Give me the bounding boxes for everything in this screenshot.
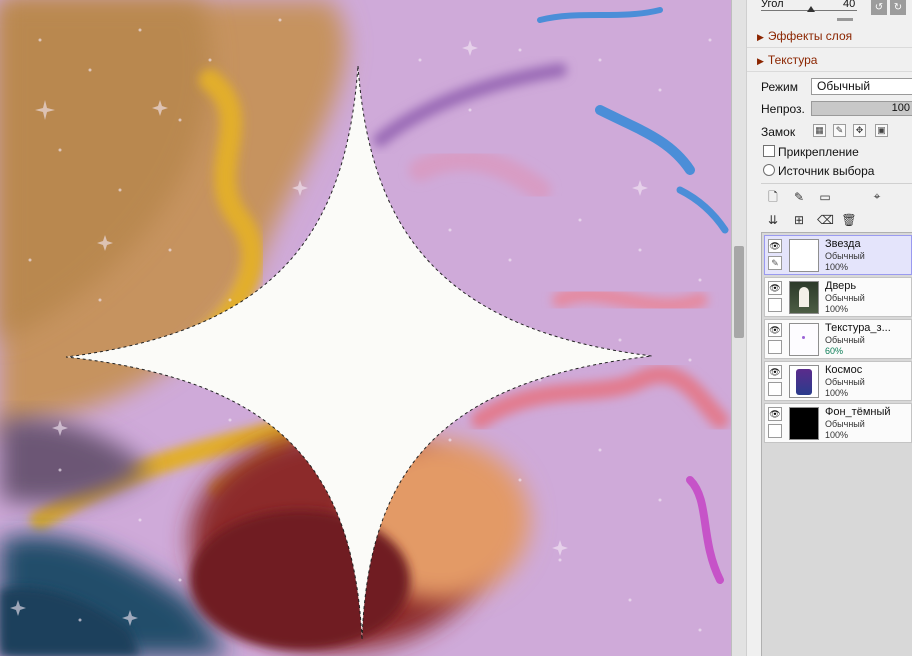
angle-value: 40 (843, 0, 856, 10)
lock-paint-icon[interactable]: ✎ (833, 124, 846, 137)
layer-panel: Угол 40 ↺ ↻ ▶ Эффекты слоя ▶ Текстура Режи… (746, 0, 912, 656)
lock-move-icon[interactable]: ✥ (853, 124, 866, 137)
angle-row: Угол 40 ↺ ↻ (747, 0, 912, 22)
eye-icon[interactable]: 👁 (768, 281, 782, 295)
layer-opacity: 60% (825, 346, 844, 356)
layer-item[interactable]: 👁 Текстура_з... Обычный 60% (764, 319, 912, 359)
layer-option-box[interactable] (768, 424, 782, 438)
trash-icon[interactable]: 🗑 (841, 212, 857, 228)
layer-thumbnail (789, 407, 819, 440)
clipping-checkbox[interactable] (763, 145, 775, 157)
layer-mode: Обычный (825, 377, 865, 387)
triangle-right-icon: ▶ (757, 32, 764, 42)
new-folder-icon[interactable]: ▭ (817, 189, 833, 205)
rotate-reset-icon[interactable]: ↻ (890, 0, 906, 15)
selection-source-radio[interactable] (763, 164, 775, 176)
rotate-left-icon[interactable]: ↺ (871, 0, 887, 15)
lock-label: Замок (761, 125, 796, 139)
merge-down-icon[interactable]: ⇊ (765, 212, 781, 228)
layer-thumbnail (789, 323, 819, 356)
layer-item[interactable]: 👁 Космос Обычный 100% (764, 361, 912, 401)
layer-effects-label: Эффекты слоя (767, 29, 853, 43)
layer-item[interactable]: 👁 ✎ Звезда Обычный 100% (764, 235, 912, 275)
layer-opacity: 100% (825, 388, 849, 398)
eye-icon[interactable]: 👁 (768, 407, 782, 421)
opacity-label: Непроз. (761, 102, 805, 116)
layer-item[interactable]: 👁 Дверь Обычный 100% (764, 277, 912, 317)
texture-section[interactable]: ▶ Текстура (747, 49, 912, 72)
mode-label: Режим (761, 80, 798, 94)
layer-item[interactable]: 👁 Фон_тёмный Обычный 100% (764, 403, 912, 443)
eye-icon[interactable]: 👁 (768, 239, 782, 253)
clipping-label: Прикрепление (778, 145, 859, 159)
layer-option-box[interactable] (768, 382, 782, 396)
clear-layer-icon[interactable]: ⌫ (817, 212, 834, 228)
new-layer-icon[interactable]: 🗋 (765, 189, 781, 205)
layer-option-box[interactable] (768, 340, 782, 354)
layer-mode: Обычный (825, 293, 865, 303)
layer-opacity: 100% (825, 430, 849, 440)
angle-label: Угол (761, 0, 784, 10)
lock-transparency-icon[interactable]: ▦ (813, 124, 826, 137)
drawing-canvas[interactable] (0, 0, 731, 656)
layer-thumbnail (789, 239, 819, 272)
lock-all-icon[interactable]: ▣ (875, 124, 888, 137)
pencil-icon[interactable]: ✎ (768, 256, 782, 270)
texture-label: Текстура (767, 53, 818, 67)
triangle-right-icon: ▶ (757, 56, 764, 66)
selection-source-label: Источник выбора (778, 164, 875, 178)
layer-opacity: 100% (825, 262, 849, 272)
layer-mode: Обычный (825, 251, 865, 261)
layer-mode: Обычный (825, 419, 865, 429)
scrollbar-thumb[interactable] (734, 246, 744, 338)
layer-option-box[interactable] (768, 298, 782, 312)
layer-effects-section[interactable]: ▶ Эффекты слоя (747, 25, 912, 48)
blend-mode-select[interactable]: Обычный (811, 78, 912, 95)
separator (761, 183, 912, 184)
angle-scroll-indicator (837, 18, 853, 21)
layer-thumbnail (789, 281, 819, 314)
angle-slider-handle[interactable] (807, 6, 815, 12)
add-layer-icon[interactable]: ⊞ (791, 212, 807, 228)
layer-name: Космос (825, 364, 863, 376)
eye-icon[interactable]: 👁 (768, 365, 782, 379)
vertical-scrollbar[interactable] (731, 0, 746, 656)
layer-name: Фон_тёмный (825, 406, 891, 418)
transform-icon[interactable]: ⌖ (869, 188, 885, 204)
canvas-artwork (0, 0, 731, 656)
eye-icon[interactable]: 👁 (768, 323, 782, 337)
layer-mode: Обычный (825, 335, 865, 345)
layer-name: Текстура_з... (825, 322, 891, 334)
new-linework-layer-icon[interactable]: ✎ (791, 189, 807, 205)
layer-name: Звезда (825, 238, 861, 250)
layer-thumbnail (789, 365, 819, 398)
layers-list: 👁 ✎ Звезда Обычный 100% 👁 Дверь Обычный … (761, 232, 912, 656)
layer-name: Дверь (825, 280, 857, 292)
layer-opacity: 100% (825, 304, 849, 314)
opacity-slider[interactable]: 100 (811, 101, 912, 116)
